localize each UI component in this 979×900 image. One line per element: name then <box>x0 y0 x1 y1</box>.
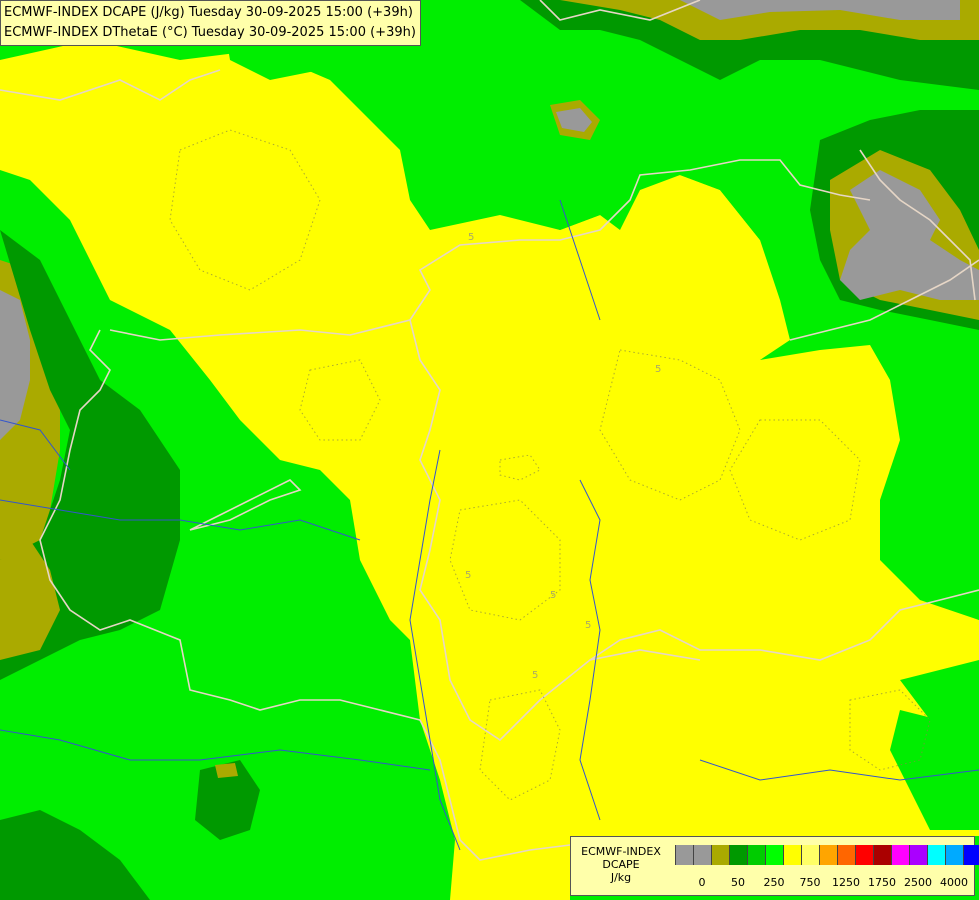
legend-swatch <box>693 845 711 865</box>
legend-swatch <box>873 845 891 865</box>
legend-swatch <box>963 845 979 865</box>
title-line-dcape: ECMWF-INDEX DCAPE (J/kg) Tuesday 30-09-2… <box>4 5 413 20</box>
legend-tick-label: 2500 <box>904 876 932 889</box>
legend-label: ECMWF-INDEX DCAPE J/kg <box>575 845 667 884</box>
legend-tick-label: 250 <box>763 876 785 889</box>
contour-label: 5 <box>550 590 556 601</box>
weather-map: 5 5 5 5 5 5 <box>0 0 979 900</box>
legend-swatch <box>837 845 855 865</box>
legend-parameter: DCAPE <box>602 858 640 871</box>
legend-model: ECMWF-INDEX <box>581 845 661 858</box>
legend-swatch <box>945 845 963 865</box>
map-title-box: ECMWF-INDEX DCAPE (J/kg) Tuesday 30-09-2… <box>0 0 421 46</box>
legend-swatch <box>711 845 729 865</box>
legend-swatch <box>909 845 927 865</box>
legend-tick-label: 1250 <box>832 876 860 889</box>
legend-swatch <box>891 845 909 865</box>
olive-spot-south <box>215 763 238 778</box>
legend-swatch <box>675 845 693 865</box>
legend-swatch <box>855 845 873 865</box>
legend-swatches <box>675 845 979 865</box>
legend-unit: J/kg <box>610 871 632 884</box>
color-legend: ECMWF-INDEX DCAPE J/kg 0 50 250 750 1250 1750… <box>570 836 979 896</box>
legend-tick-label: 0 <box>698 876 706 889</box>
legend-swatch <box>801 845 819 865</box>
legend-swatch <box>729 845 747 865</box>
legend-swatch <box>927 845 945 865</box>
legend-swatch <box>747 845 765 865</box>
legend-swatch <box>765 845 783 865</box>
contour-label: 5 <box>655 364 661 375</box>
legend-swatch <box>819 845 837 865</box>
legend-ticks: 0 50 250 750 1250 1750 2500 4000 <box>675 876 969 890</box>
legend-tick-label: 50 <box>731 876 745 889</box>
contour-label: 5 <box>532 670 538 681</box>
contour-label: 5 <box>465 570 471 581</box>
contour-label: 5 <box>585 620 591 631</box>
legend-tick-label: 1750 <box>868 876 896 889</box>
title-line-dthetae: ECMWF-INDEX DThetaE (°C) Tuesday 30-09-2… <box>4 25 416 40</box>
legend-swatch <box>783 845 801 865</box>
legend-tick-label: 4000 <box>940 876 968 889</box>
contour-label: 5 <box>468 232 474 243</box>
legend-tick-label: 750 <box>799 876 821 889</box>
